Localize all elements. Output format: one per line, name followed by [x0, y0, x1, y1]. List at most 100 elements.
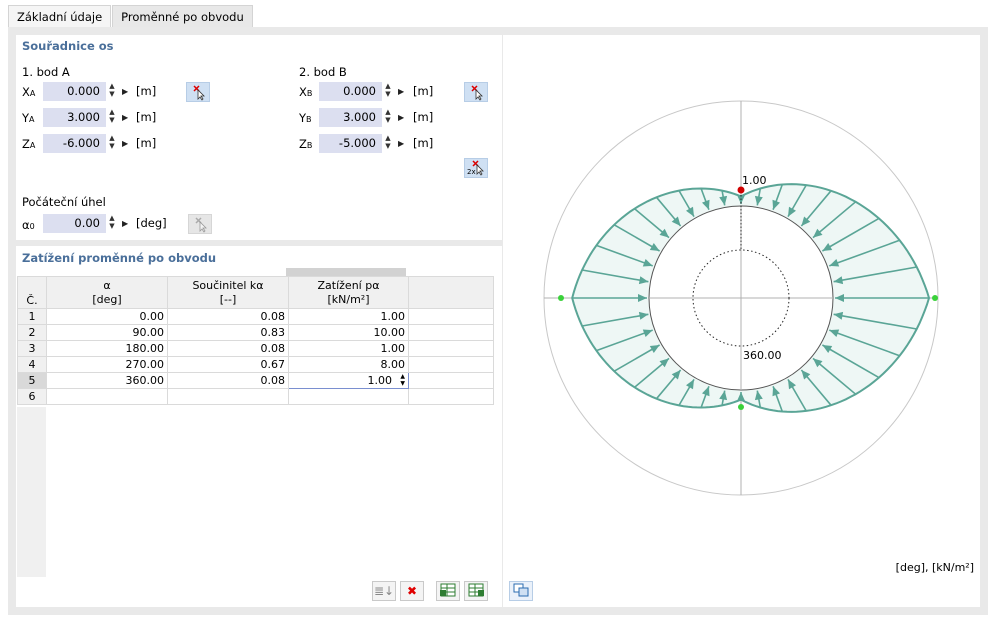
- yb-menu-arrow[interactable]: ▶: [398, 108, 404, 127]
- label-end-angle: 360.00: [743, 349, 782, 362]
- zb-spinner[interactable]: ▲ ▼: [384, 134, 392, 153]
- cell-coefficient[interactable]: 0.83: [167, 324, 289, 341]
- column-header-alpha: α [deg]: [46, 276, 168, 309]
- point-a-title: 1. bod A: [22, 65, 70, 79]
- load-table: Č. α [deg] Součinitel kα [--] Zatížení pα[…: [17, 276, 494, 405]
- label-start-value: 1.00: [742, 174, 767, 187]
- cell-load[interactable]: 8.00: [288, 356, 409, 373]
- pick-point-a-button[interactable]: [186, 82, 210, 102]
- xa-menu-arrow[interactable]: ▶: [122, 82, 128, 101]
- cell-alpha[interactable]: 90.00: [46, 324, 168, 341]
- tab-basic-data[interactable]: Základní údaje: [8, 5, 112, 27]
- pick-two-points-button[interactable]: 2x: [464, 158, 488, 178]
- row-number[interactable]: 4: [17, 356, 47, 373]
- ya-menu-arrow[interactable]: ▶: [122, 108, 128, 127]
- za-menu-arrow[interactable]: ▶: [122, 134, 128, 153]
- diagram-units: [deg], [kN/m²]: [895, 561, 974, 574]
- zb-input[interactable]: -5.000: [319, 134, 382, 153]
- cell-alpha[interactable]: 270.00: [46, 356, 168, 373]
- point-b-title: 2. bod B: [299, 65, 347, 79]
- cell-load-value[interactable]: 1.00: [368, 374, 393, 387]
- side-marker-left: [558, 295, 564, 301]
- tab-bar: Základní údaje Proměnné po obvodu: [8, 5, 254, 27]
- table-row[interactable]: 1 0.00 0.08 1.00: [17, 308, 494, 325]
- za-input[interactable]: -6.000: [43, 134, 106, 153]
- column-header-load: Zatížení pα [kN/m²]: [288, 276, 409, 309]
- tab-variable-circumference[interactable]: Proměnné po obvodu: [112, 5, 253, 27]
- za-unit: [m]: [136, 136, 157, 150]
- cell-load-editing[interactable]: 1.00 ▲ ▼: [288, 372, 409, 389]
- yb-input[interactable]: 3.000: [319, 108, 382, 127]
- row-number[interactable]: 1: [17, 308, 47, 325]
- row-header-strip: [17, 407, 46, 577]
- start-angle-title: Počáteční úhel: [22, 195, 106, 209]
- import-table-button[interactable]: [436, 581, 460, 601]
- za-label: ZA: [22, 137, 36, 151]
- diagram-view-button[interactable]: [509, 581, 533, 601]
- xb-menu-arrow[interactable]: ▶: [398, 82, 404, 101]
- delete-button[interactable]: ✖: [400, 581, 424, 601]
- cell-alpha[interactable]: 0.00: [46, 308, 168, 325]
- table-row[interactable]: 3 180.00 0.08 1.00: [17, 340, 494, 357]
- zb-label: ZB: [299, 137, 313, 151]
- alpha0-unit: [deg]: [136, 216, 167, 230]
- cell-coefficient[interactable]: 0.08: [167, 340, 289, 357]
- axis-coordinates-panel: Souřadnice os 1. bod A XA 0.000 ▲ ▼ ▶ [m]…: [16, 35, 502, 240]
- cell-alpha[interactable]: 360.00: [46, 372, 168, 389]
- cell-alpha[interactable]: 180.00: [46, 340, 168, 357]
- cell-load[interactable]: [288, 388, 409, 405]
- xa-spinner[interactable]: ▲ ▼: [108, 82, 116, 101]
- table-row[interactable]: 6: [17, 388, 494, 405]
- table-row[interactable]: 2 90.00 0.83 10.00: [17, 324, 494, 341]
- xb-spinner[interactable]: ▲ ▼: [384, 82, 392, 101]
- diagram-panel: 1.00 360.00 [deg], [kN/m²]: [503, 35, 980, 607]
- cell-coefficient[interactable]: [167, 388, 289, 405]
- xb-input[interactable]: 0.000: [319, 82, 382, 101]
- xb-label: XB: [299, 85, 313, 99]
- xa-unit: [m]: [136, 84, 157, 98]
- row-number[interactable]: 3: [17, 340, 47, 357]
- cell-load[interactable]: 10.00: [288, 324, 409, 341]
- row-number[interactable]: 5: [17, 372, 47, 389]
- row-number[interactable]: 6: [17, 388, 47, 405]
- cell-empty: [408, 356, 494, 373]
- cell-coefficient[interactable]: 0.08: [167, 372, 289, 389]
- cell-coefficient[interactable]: 0.67: [167, 356, 289, 373]
- dialog-body: Souřadnice os 1. bod A XA 0.000 ▲ ▼ ▶ [m]…: [8, 27, 988, 615]
- cell-alpha[interactable]: [46, 388, 168, 405]
- start-point-marker: [737, 186, 745, 194]
- cell-load[interactable]: 1.00: [288, 308, 409, 325]
- ya-spinner[interactable]: ▲ ▼: [108, 108, 116, 127]
- xa-input[interactable]: 0.000: [43, 82, 106, 101]
- cell-coefficient[interactable]: 0.08: [167, 308, 289, 325]
- yb-spinner[interactable]: ▲ ▼: [384, 108, 392, 127]
- zb-menu-arrow[interactable]: ▶: [398, 134, 404, 153]
- column-resize-strip: [286, 268, 406, 276]
- yb-unit: [m]: [413, 110, 434, 124]
- pick-point-b-button[interactable]: [464, 82, 488, 102]
- table-row[interactable]: 4 270.00 0.67 8.00: [17, 356, 494, 373]
- row-number[interactable]: 2: [17, 324, 47, 341]
- zb-unit: [m]: [413, 136, 434, 150]
- alpha0-input[interactable]: 0.00: [43, 214, 106, 233]
- za-spinner[interactable]: ▲ ▼: [108, 134, 116, 153]
- table-header-row: Č. α [deg] Součinitel kα [--] Zatížení pα[…: [17, 276, 494, 309]
- cell-load[interactable]: 1.00: [288, 340, 409, 357]
- ya-input[interactable]: 3.000: [43, 108, 106, 127]
- pick-angle-button[interactable]: [188, 214, 212, 234]
- alpha0-menu-arrow[interactable]: ▶: [122, 214, 128, 233]
- delete-icon: ✖: [406, 584, 418, 598]
- cell-empty: [408, 372, 494, 389]
- load-diagram: 1.00 360.00: [543, 100, 939, 496]
- sort-icon: ≣↓: [373, 584, 395, 598]
- alpha0-spinner[interactable]: ▲ ▼: [108, 214, 116, 233]
- ya-label: YA: [22, 111, 35, 125]
- ya-unit: [m]: [136, 110, 157, 124]
- cell-load-spinner[interactable]: ▲ ▼: [400, 373, 405, 387]
- cell-empty: [408, 324, 494, 341]
- table-row-selected[interactable]: 5 360.00 0.08 1.00 ▲ ▼: [17, 372, 494, 389]
- alpha0-label: α0: [22, 218, 35, 232]
- sort-button[interactable]: ≣↓: [372, 581, 396, 601]
- export-table-button[interactable]: [464, 581, 488, 601]
- axis-coordinates-title: Souřadnice os: [22, 39, 114, 53]
